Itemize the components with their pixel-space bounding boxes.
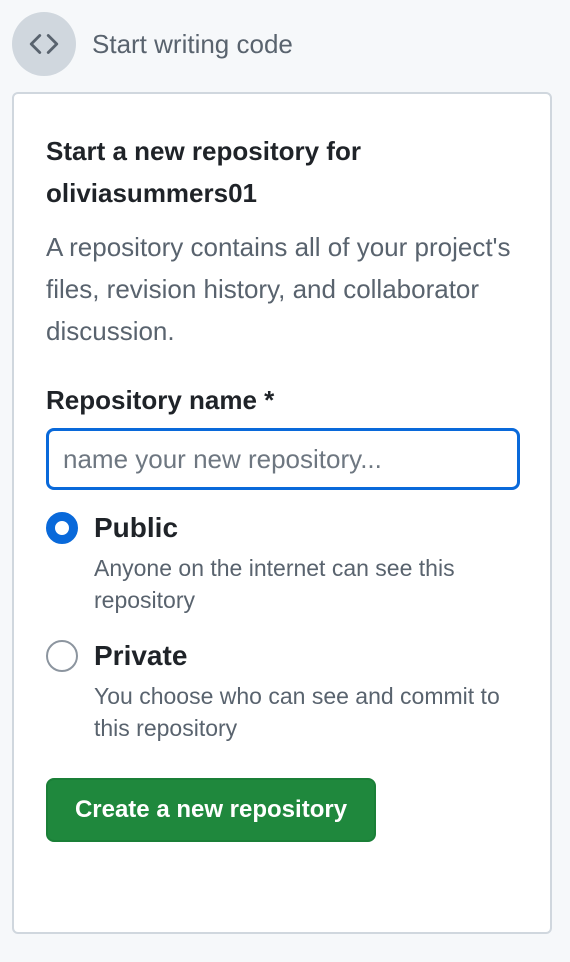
- visibility-option-private[interactable]: Private You choose who can see and commi…: [46, 638, 518, 744]
- new-repository-card: Start a new repository for oliviasummers…: [12, 92, 552, 934]
- card-title: Start a new repository for oliviasummers…: [46, 136, 361, 208]
- code-icon: [12, 12, 76, 76]
- start-writing-code-header: Start writing code: [12, 12, 293, 76]
- repository-name-input[interactable]: [46, 428, 520, 490]
- create-repository-button[interactable]: Create a new repository: [46, 778, 376, 842]
- public-radio-description: Anyone on the internet can see this repo…: [94, 555, 455, 613]
- header-title: Start writing code: [92, 28, 293, 59]
- repository-name-label: Repository name *: [46, 385, 275, 415]
- private-radio-label: Private: [94, 640, 188, 671]
- private-radio-description: You choose who can see and commit to thi…: [94, 683, 500, 741]
- card-description: A repository contains all of your projec…: [46, 232, 511, 346]
- visibility-option-public[interactable]: Public Anyone on the internet can see th…: [46, 510, 518, 616]
- private-radio-button[interactable]: [46, 640, 78, 672]
- public-radio-label: Public: [94, 512, 179, 543]
- public-radio-button[interactable]: [46, 512, 78, 544]
